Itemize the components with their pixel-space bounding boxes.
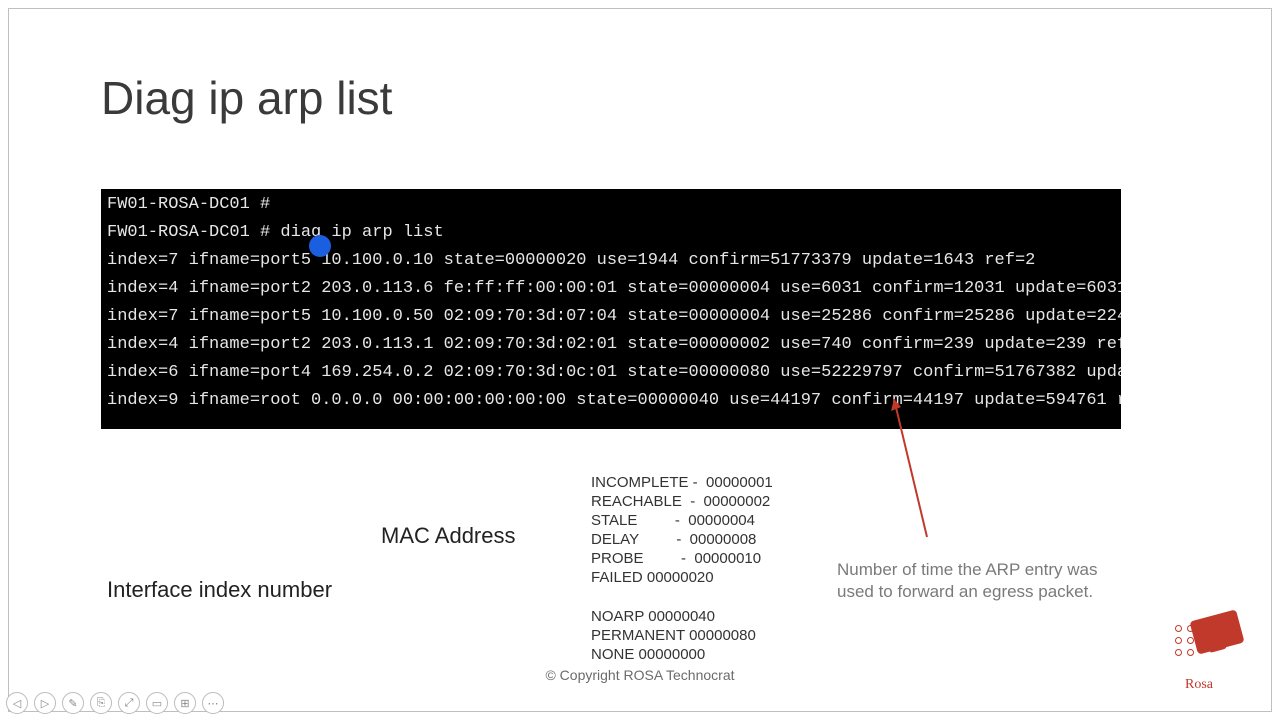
terminal-line: index=7 ifname=port5 10.100.0.10 state=0…: [107, 251, 1035, 270]
annotation-ref-explain: Number of time the ARP entry was used to…: [837, 559, 1137, 603]
terminal-line: FW01-ROSA-DC01 #: [107, 195, 270, 214]
cursor-highlight-icon: [309, 235, 331, 257]
player-controls: ◁ ▷ ✎ ⎘ ⤢ ▭ ⊞ ⋯: [6, 692, 224, 714]
state-line: PROBE - 00000010: [591, 550, 761, 567]
terminal-line: index=4 ifname=port2 203.0.113.1 02:09:7…: [107, 335, 1121, 354]
view-button[interactable]: ▭: [146, 692, 168, 714]
label-interface-index: Interface index number: [107, 577, 332, 603]
terminal-line: index=6 ifname=port4 169.254.0.2 02:09:7…: [107, 363, 1121, 382]
state-line: STALE - 00000004: [591, 512, 755, 529]
terminal-output: FW01-ROSA-DC01 # FW01-ROSA-DC01 # diag i…: [101, 189, 1121, 429]
next-button[interactable]: ▷: [34, 692, 56, 714]
copyright-text: © Copyright ROSA Technocrat: [9, 667, 1271, 683]
slide-title: Diag ip arp list: [101, 71, 392, 125]
state-line: REACHABLE - 00000002: [591, 493, 770, 510]
slide-frame: Diag ip arp list FW01-ROSA-DC01 # FW01-R…: [8, 8, 1272, 712]
terminal-line: index=7 ifname=port5 10.100.0.50 02:09:7…: [107, 307, 1121, 326]
state-line: PERMANENT 00000080: [591, 627, 756, 644]
grid-button[interactable]: ⊞: [174, 692, 196, 714]
state-line: INCOMPLETE - 00000001: [591, 474, 773, 491]
terminal-line: index=4 ifname=port2 203.0.113.6 fe:ff:f…: [107, 279, 1121, 298]
prev-button[interactable]: ◁: [6, 692, 28, 714]
state-codes-list: INCOMPLETE - 00000001 REACHABLE - 000000…: [591, 473, 773, 664]
terminal-line: index=9 ifname=root 0.0.0.0 00:00:00:00:…: [107, 391, 1121, 410]
rosa-logo: Rosa: [1173, 615, 1251, 693]
terminal-line: FW01-ROSA-DC01 # diag ip arp list: [107, 223, 444, 242]
copy-button[interactable]: ⎘: [90, 692, 112, 714]
pen-button[interactable]: ✎: [62, 692, 84, 714]
state-line: FAILED 00000020: [591, 569, 714, 586]
state-line: DELAY - 00000008: [591, 531, 756, 548]
zoom-button[interactable]: ⤢: [118, 692, 140, 714]
state-line: NOARP 00000040: [591, 608, 715, 625]
more-button[interactable]: ⋯: [202, 692, 224, 714]
state-line: NONE 00000000: [591, 646, 705, 663]
label-mac-address: MAC Address: [381, 523, 516, 549]
logo-text: Rosa: [1185, 677, 1213, 693]
